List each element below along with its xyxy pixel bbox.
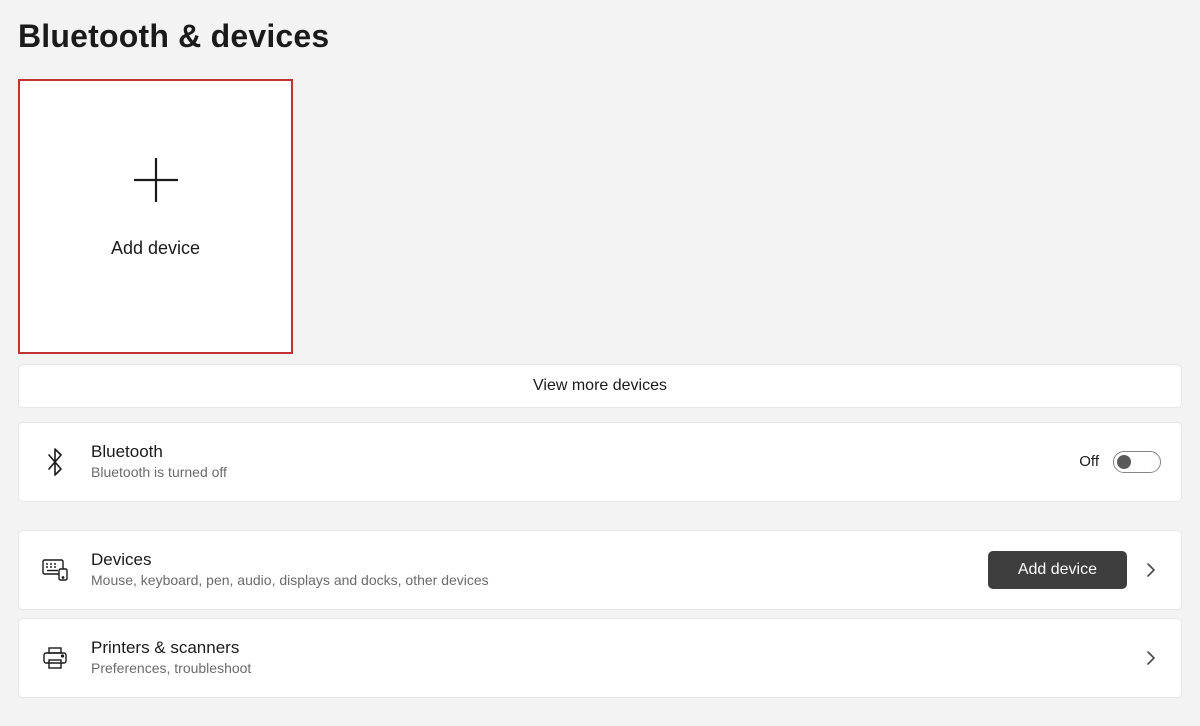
add-device-button[interactable]: Add device bbox=[988, 551, 1127, 589]
bluetooth-icon bbox=[39, 448, 71, 476]
printers-row[interactable]: Printers & scanners Preferences, trouble… bbox=[18, 618, 1182, 698]
devices-icon bbox=[39, 559, 71, 581]
toggle-knob bbox=[1117, 455, 1131, 469]
page-title: Bluetooth & devices bbox=[18, 18, 1182, 55]
plus-icon bbox=[131, 155, 181, 210]
printer-icon bbox=[39, 646, 71, 670]
view-more-devices-button[interactable]: View more devices bbox=[18, 364, 1182, 408]
add-device-tile[interactable]: Add device bbox=[18, 79, 293, 354]
printers-title: Printers & scanners bbox=[91, 637, 1141, 658]
view-more-devices-label: View more devices bbox=[533, 377, 667, 395]
chevron-right-icon bbox=[1141, 650, 1161, 666]
bluetooth-row: Bluetooth Bluetooth is turned off Off bbox=[18, 422, 1182, 502]
bluetooth-toggle-state: Off bbox=[1079, 453, 1099, 470]
devices-row[interactable]: Devices Mouse, keyboard, pen, audio, dis… bbox=[18, 530, 1182, 610]
bluetooth-title: Bluetooth bbox=[91, 441, 1079, 462]
devices-title: Devices bbox=[91, 549, 988, 570]
bluetooth-subtitle: Bluetooth is turned off bbox=[91, 463, 1079, 483]
add-device-tile-label: Add device bbox=[111, 238, 200, 259]
chevron-right-icon bbox=[1141, 562, 1161, 578]
bluetooth-toggle[interactable] bbox=[1113, 451, 1161, 473]
printers-subtitle: Preferences, troubleshoot bbox=[91, 659, 1141, 679]
devices-subtitle: Mouse, keyboard, pen, audio, displays an… bbox=[91, 571, 988, 591]
